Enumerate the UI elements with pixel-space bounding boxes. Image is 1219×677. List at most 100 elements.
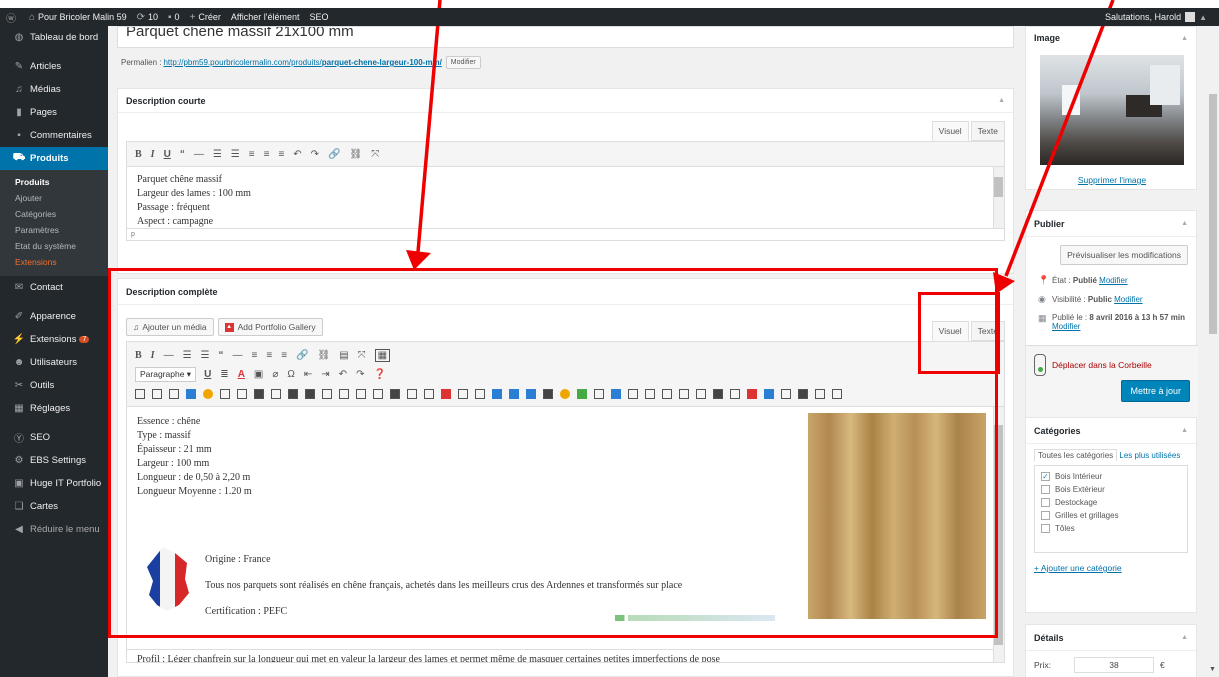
short-description-editor[interactable]: Parquet chêne massif Largeur des lames :…: [126, 167, 1005, 229]
shortcode-icon-36[interactable]: [730, 389, 740, 399]
shortcode-icon-25[interactable]: [543, 389, 553, 399]
shortcode-icon-27[interactable]: [577, 389, 587, 399]
help-button[interactable]: ❓: [373, 369, 385, 380]
shortcode-icon-35[interactable]: [713, 389, 723, 399]
wood-sample-image[interactable]: [808, 413, 986, 619]
category-item[interactable]: ✓ Bois Intérieur: [1041, 472, 1181, 481]
new-content-link[interactable]: + Créer: [190, 12, 221, 23]
full-editor-scrollbar[interactable]: [993, 407, 1004, 662]
add-media-button[interactable]: ♫ Ajouter un média: [126, 318, 214, 336]
shortcode-icon-23[interactable]: [509, 389, 519, 399]
shortcode-icon-3[interactable]: [169, 389, 179, 399]
align-left-button[interactable]: ≡: [252, 350, 258, 361]
fullscreen-button[interactable]: ⤧: [358, 350, 366, 361]
add-category-link[interactable]: + Ajouter une catégorie: [1034, 563, 1122, 573]
page-scroll-thumb[interactable]: [1209, 94, 1217, 334]
shortcode-icon-2[interactable]: [152, 389, 162, 399]
collapse-toggle-icon[interactable]: ▲: [1181, 634, 1188, 641]
seo-link[interactable]: SEO: [310, 12, 329, 22]
align-center-button[interactable]: ≡: [266, 350, 272, 361]
category-checkbox[interactable]: [1041, 511, 1050, 520]
bold-button[interactable]: B: [135, 350, 142, 361]
submenu-extensions[interactable]: Extensions: [0, 254, 108, 270]
horizontal-line-button[interactable]: —: [233, 350, 243, 361]
category-item[interactable]: Destockage: [1041, 498, 1181, 507]
edit-status-link[interactable]: Modifier: [1099, 276, 1127, 285]
collapse-menu-button[interactable]: ◀ Réduire le menu: [0, 518, 108, 541]
tab-visual[interactable]: Visuel: [931, 121, 969, 141]
menu-users[interactable]: ☻ Utilisateurs: [0, 351, 108, 374]
text-color-button[interactable]: A: [238, 369, 245, 380]
view-item-link[interactable]: Afficher l'élément: [231, 12, 300, 22]
align-center-button[interactable]: ≡: [264, 149, 270, 160]
shortcode-icon-12[interactable]: [322, 389, 332, 399]
collapse-toggle-icon[interactable]: ▲: [998, 97, 1005, 104]
strikethrough-button[interactable]: —: [194, 149, 204, 160]
tab-visual-full[interactable]: Visuel: [931, 321, 969, 341]
menu-seo[interactable]: Ⓨ SEO: [0, 426, 108, 449]
category-checkbox[interactable]: [1041, 485, 1050, 494]
permalink-link[interactable]: http://pbm59.pourbricolermalin.com/produ…: [163, 58, 441, 67]
underline-button[interactable]: U: [204, 369, 211, 380]
menu-huge-it-portfolio[interactable]: ▣ Huge IT Portfolio: [0, 472, 108, 495]
shortcode-icon-9[interactable]: [271, 389, 281, 399]
submenu-categories[interactable]: Catégories: [0, 206, 108, 222]
paste-text-button[interactable]: ▣: [254, 369, 263, 380]
shortcode-icon-33[interactable]: [679, 389, 689, 399]
bullet-list-button[interactable]: ☰: [213, 149, 222, 160]
shortcode-icon-20[interactable]: [458, 389, 468, 399]
menu-appearance[interactable]: ✐ Apparence: [0, 305, 108, 328]
shortcode-icon-17[interactable]: [407, 389, 417, 399]
shortcode-icon-31[interactable]: [645, 389, 655, 399]
submenu-add[interactable]: Ajouter: [0, 190, 108, 206]
tab-text-full[interactable]: Texte: [970, 321, 1005, 341]
shortcode-icon-24[interactable]: [526, 389, 536, 399]
menu-settings[interactable]: ▦ Réglages: [0, 397, 108, 420]
scroll-down-icon[interactable]: ▼: [1209, 666, 1216, 673]
collapse-toggle-icon[interactable]: ▲: [1181, 220, 1188, 227]
italic-button[interactable]: I: [151, 149, 155, 160]
shortcode-icon-30[interactable]: [628, 389, 638, 399]
shortcode-icon-34[interactable]: [696, 389, 706, 399]
move-to-trash-link[interactable]: Déplacer dans la Corbeille: [1052, 360, 1152, 370]
menu-ebs-settings[interactable]: ⚙ EBS Settings: [0, 449, 108, 472]
bullet-list-button[interactable]: ☰: [183, 350, 192, 361]
menu-products[interactable]: ⛟ Produits: [0, 147, 108, 170]
bold-button[interactable]: B: [135, 149, 142, 160]
preview-changes-button[interactable]: Prévisualiser les modifications: [1060, 245, 1188, 265]
shortcode-icon-32[interactable]: [662, 389, 672, 399]
shortcode-icon-28[interactable]: [594, 389, 604, 399]
shortcode-icon-5[interactable]: [203, 389, 213, 399]
remove-image-link[interactable]: Supprimer l'image: [1078, 175, 1146, 185]
fullscreen-button[interactable]: ⤧: [371, 149, 379, 160]
shortcode-icon-37[interactable]: [747, 389, 757, 399]
italic-button[interactable]: I: [151, 350, 155, 361]
shortcode-icon-40[interactable]: [798, 389, 808, 399]
wp-logo-icon[interactable]: ⓦ: [6, 10, 19, 25]
format-select[interactable]: Paragraphe ▾: [135, 366, 197, 382]
shortcode-icon-14[interactable]: [356, 389, 366, 399]
shortcode-icon-26[interactable]: [560, 389, 570, 399]
read-more-button[interactable]: ▤: [339, 350, 348, 361]
shortcode-icon-8[interactable]: [254, 389, 264, 399]
align-left-button[interactable]: ≡: [249, 149, 255, 160]
menu-maps[interactable]: ❏ Cartes: [0, 495, 108, 518]
blockquote-button[interactable]: “: [219, 350, 224, 361]
outdent-button[interactable]: ⇤: [304, 369, 312, 380]
submenu-settings[interactable]: Paramètres: [0, 222, 108, 238]
shortcode-icon-41[interactable]: [815, 389, 825, 399]
link-button[interactable]: 🔗: [328, 149, 340, 160]
undo-button[interactable]: ↶: [339, 369, 347, 380]
clear-format-button[interactable]: ⌀: [272, 369, 278, 380]
menu-pages[interactable]: ▮ Pages: [0, 101, 108, 124]
short-description-header[interactable]: Description courte ▲: [118, 89, 1013, 113]
shortcode-icon-42[interactable]: [832, 389, 842, 399]
category-checkbox[interactable]: ✓: [1041, 472, 1050, 481]
shortcode-icon-4[interactable]: [186, 389, 196, 399]
update-button[interactable]: Mettre à jour: [1121, 380, 1190, 402]
shortcode-icon-19[interactable]: [441, 389, 451, 399]
link-button[interactable]: 🔗: [296, 350, 308, 361]
collapse-toggle-icon[interactable]: ▲: [1181, 35, 1188, 42]
submenu-products[interactable]: Produits: [0, 174, 108, 190]
submenu-system-status[interactable]: Etat du système: [0, 238, 108, 254]
